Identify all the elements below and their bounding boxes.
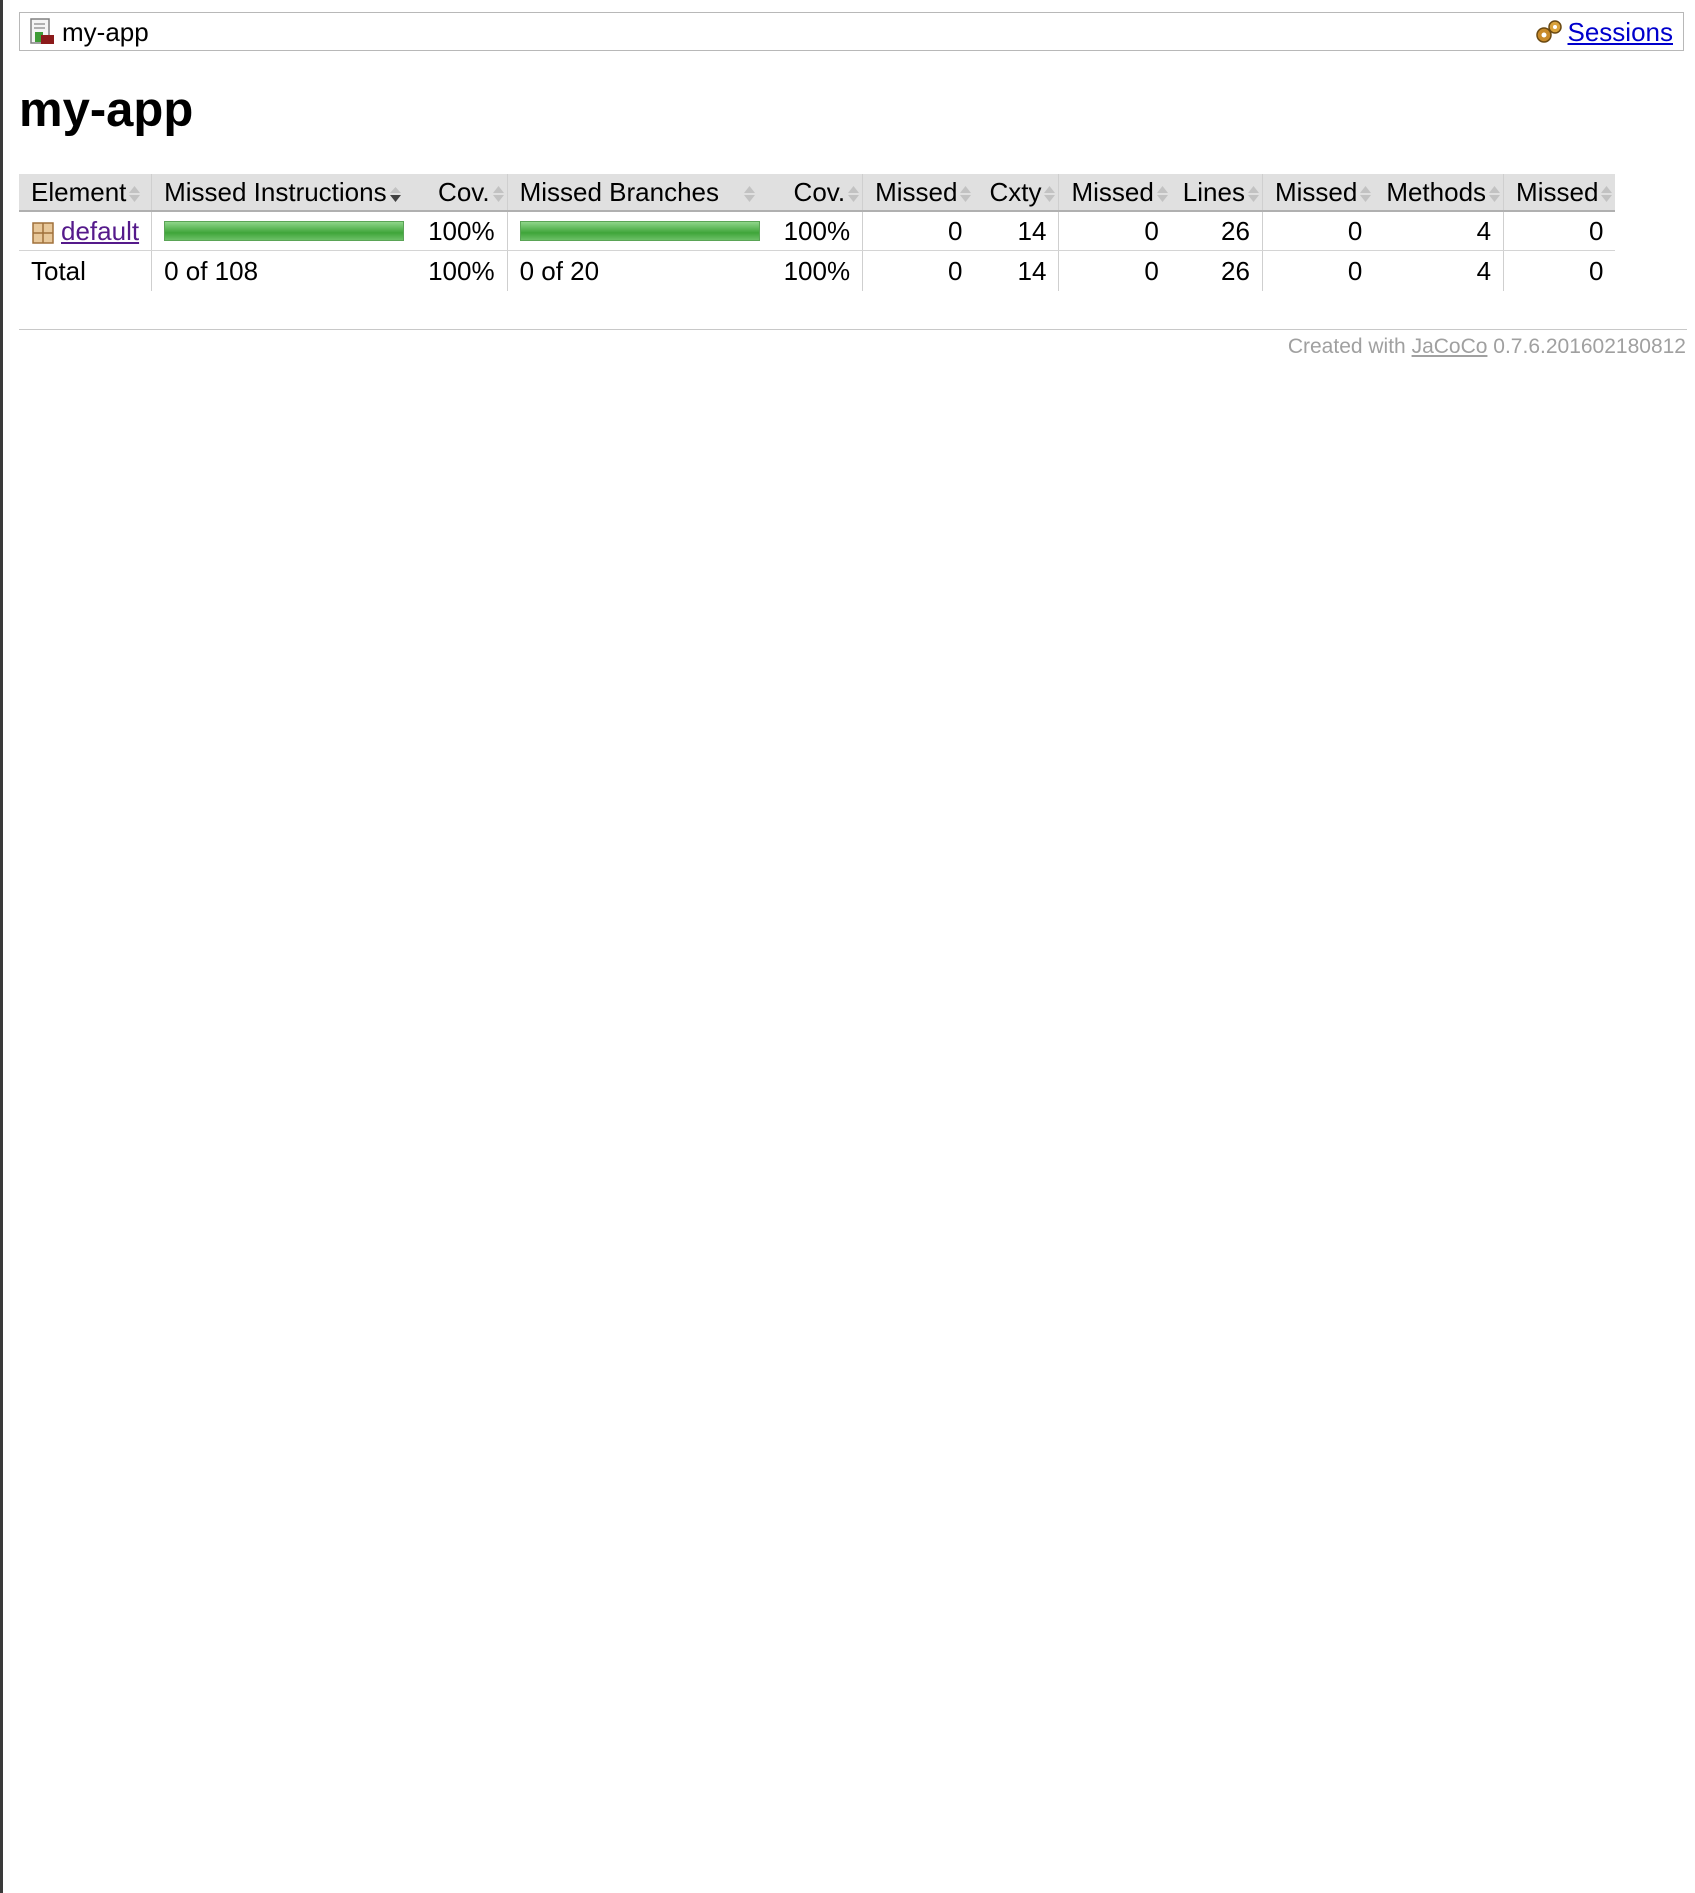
footer-divider [19, 329, 1687, 330]
table-header-row: Element Missed Instructions Cov. Missed … [19, 174, 1616, 212]
total-branches: 0 of 20 [506, 250, 772, 291]
sort-icon [744, 185, 755, 202]
column-header-lines[interactable]: Lines [1170, 174, 1263, 212]
instructions-coverage-bar [164, 221, 405, 241]
cell-element: default [19, 211, 152, 251]
jacoco-link[interactable]: JaCoCo [1412, 335, 1488, 358]
total-missed-lines: 0 [1058, 250, 1171, 291]
column-header-label: Missed Branches [519, 176, 719, 207]
total-instructions: 0 of 108 [151, 250, 417, 291]
column-header-label: Cov. [438, 176, 490, 207]
column-header-cov-branches[interactable]: Cov. [771, 174, 863, 212]
footer-version: 0.7.6.201602180812 [1493, 335, 1686, 358]
cell-missed-instructions [151, 211, 417, 251]
sessions-gears-icon [1535, 20, 1562, 43]
column-header-label: Element [31, 176, 127, 207]
breadcrumb-right: Sessions [1534, 18, 1674, 46]
cell-missed-lines: 0 [1058, 211, 1171, 251]
cell-cov-instructions: 100% [416, 211, 508, 251]
cell-missed-cxty: 0 [862, 211, 975, 251]
branches-coverage-bar [519, 221, 760, 241]
cell-lines: 26 [1170, 211, 1263, 251]
sort-icon [1247, 185, 1259, 202]
column-header-label: Lines [1182, 176, 1245, 207]
column-header-label: Cxty [989, 176, 1042, 207]
report-frame: my-app Sessions my-app Element Missed In… [19, 0, 1695, 1893]
column-header-missed-methods[interactable]: Missed [1261, 174, 1375, 212]
column-header-label: Missed Instructions [164, 176, 387, 207]
total-cxty: 14 [1017, 255, 1047, 286]
column-header-label: Missed [1071, 176, 1154, 207]
page-title: my-app [19, 83, 194, 137]
package-icon [32, 221, 54, 244]
column-header-label: Cov. [793, 176, 846, 207]
breadcrumb-left: my-app [30, 18, 149, 46]
element-link-default[interactable]: default [61, 216, 139, 246]
footer: Created with JaCoCo 0.7.6.201602180812 [1288, 335, 1686, 359]
cell-missed-methods: 0 [1261, 211, 1375, 251]
total-missed-cxty: 0 [862, 250, 975, 291]
column-header-label: Missed [1516, 176, 1599, 207]
sort-icon [492, 185, 504, 202]
total-lines: 26 [1221, 255, 1250, 286]
column-header-element[interactable]: Element [19, 174, 152, 212]
sort-icon [960, 185, 972, 202]
sort-icon [1489, 185, 1501, 202]
coverage-table: Element Missed Instructions Cov. Missed … [19, 174, 1616, 291]
sort-icon [1601, 185, 1613, 202]
footer-prefix: Created with [1287, 335, 1406, 358]
column-header-missed-cxty[interactable]: Missed [862, 174, 975, 212]
cell-missed-branches [506, 211, 772, 251]
breadcrumb: my-app Sessions [19, 12, 1684, 51]
column-header-missed-instructions[interactable]: Missed Instructions [151, 174, 417, 212]
window-edge [0, 0, 3, 1893]
sessions-link[interactable]: Sessions [1568, 18, 1674, 46]
column-header-label: Missed [875, 176, 958, 207]
total-label: Total [31, 255, 86, 286]
sort-icon [129, 185, 141, 202]
sort-icon [1044, 185, 1056, 202]
total-methods: 4 [1476, 255, 1492, 286]
table-row: default 100% 100% 0 14 0 26 0 4 0 [19, 211, 1616, 251]
cell-methods: 4 [1374, 211, 1504, 251]
total-cov-instructions: 100% [428, 255, 495, 286]
column-header-cxty[interactable]: Cxty [974, 174, 1059, 212]
column-header-methods[interactable]: Methods [1374, 174, 1504, 212]
column-header-missed-branches[interactable]: Missed Branches [506, 174, 772, 212]
column-header-label: Methods [1386, 176, 1487, 207]
sort-descending-icon [389, 186, 401, 202]
total-missed-methods: 0 [1261, 250, 1375, 291]
breadcrumb-current: my-app [62, 17, 149, 47]
column-header-cov-instructions[interactable]: Cov. [416, 174, 508, 212]
cell-cov-branches: 100% [771, 211, 863, 251]
cell-cxty: 14 [974, 211, 1059, 251]
column-header-missed-lines[interactable]: Missed [1058, 174, 1171, 212]
report-icon [30, 18, 54, 44]
sort-icon [1156, 185, 1168, 202]
total-cov-branches: 100% [783, 255, 851, 286]
column-header-label: Missed [1274, 176, 1358, 207]
total-missed-classes: 0 [1503, 250, 1616, 291]
sort-icon [1360, 185, 1372, 202]
sort-icon [848, 185, 860, 202]
cell-missed-classes: 0 [1503, 211, 1616, 251]
column-header-missed-classes[interactable]: Missed [1503, 174, 1616, 212]
table-total-row: Total 0 of 108 100% 0 of 20 100% 0 14 0 … [19, 250, 1616, 291]
